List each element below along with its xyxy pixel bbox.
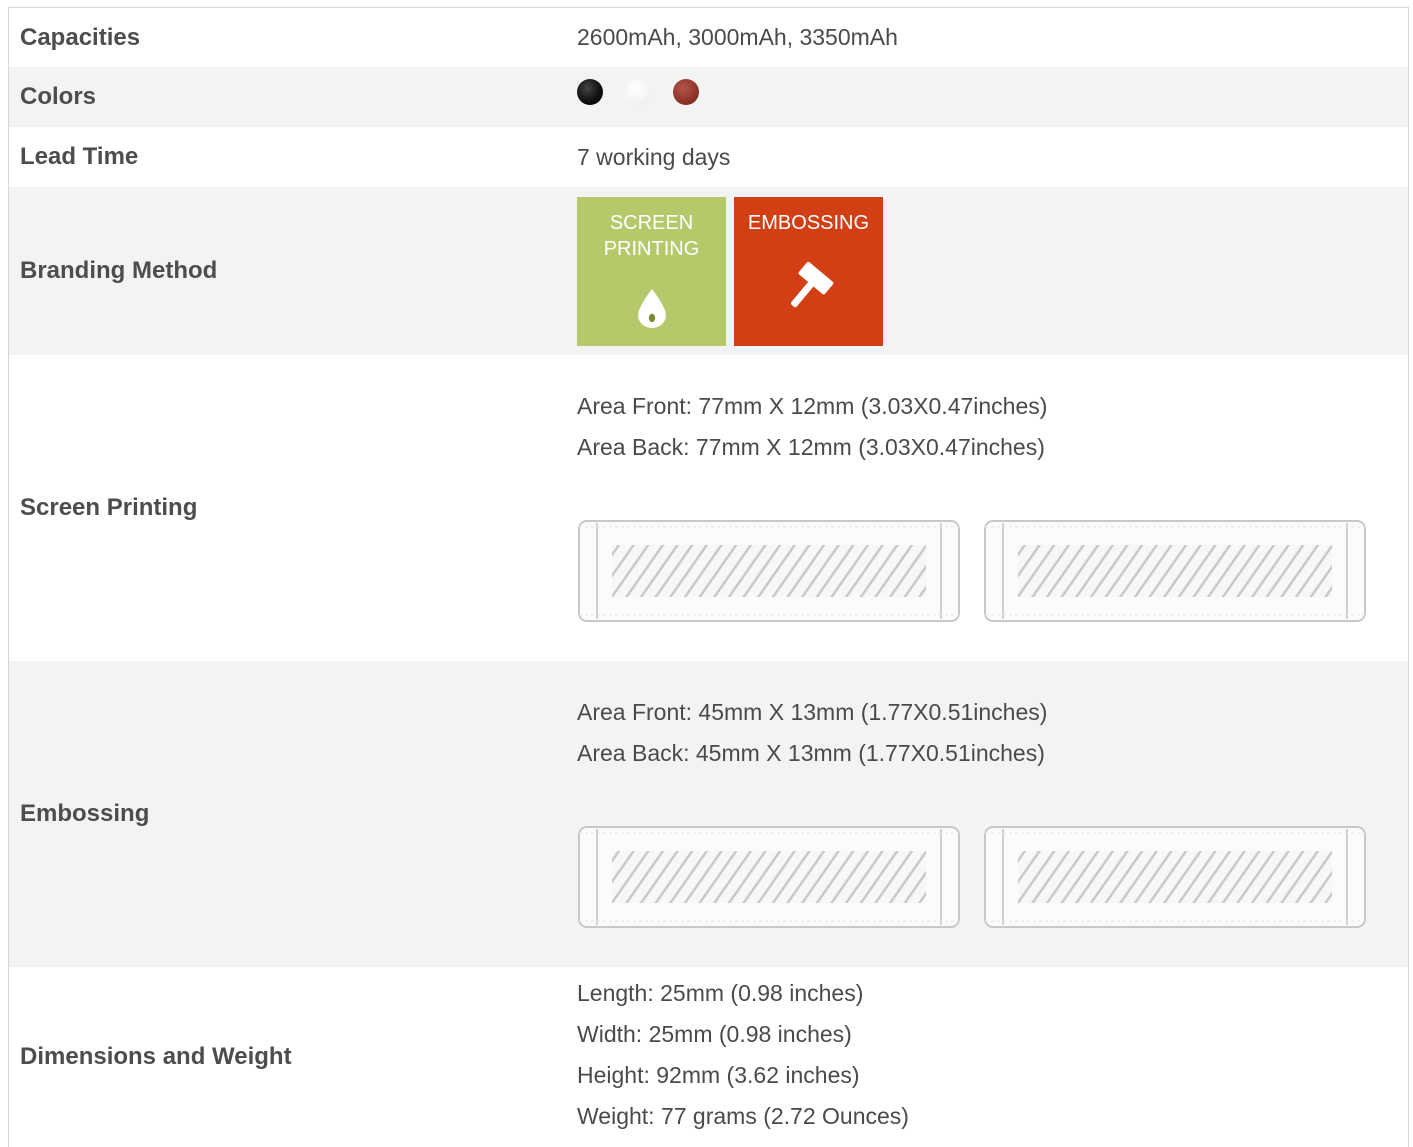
row-dimensions-weight: Dimensions and Weight Length: 25mm (0.98…: [9, 967, 1408, 1147]
colors-label: Colors: [20, 83, 97, 110]
color-swatches: [577, 79, 1408, 105]
row-branding-method: Branding Method SCREEN PRINTING EMBOSSIN…: [9, 187, 1408, 355]
capacities-value: 2600mAh, 3000mAh, 3350mAh: [577, 24, 898, 50]
color-swatch-black[interactable]: [577, 79, 603, 105]
capacities-label: Capacities: [20, 23, 141, 51]
screen-printing-tile[interactable]: SCREEN PRINTING: [577, 196, 726, 346]
color-swatch-red[interactable]: [673, 79, 699, 105]
branding-tiles: SCREEN PRINTING EMBOSSING: [577, 196, 1408, 346]
screen-printing-tile-line1: SCREEN: [609, 211, 694, 234]
screen-printing-tile-line2: PRINTING: [603, 237, 700, 260]
dimension-width: Width: 25mm (0.98 inches): [577, 1021, 852, 1047]
ink-drop-icon: [577, 288, 726, 328]
product-spec-table: Capacities 2600mAh, 3000mAh, 3350mAh Col…: [8, 7, 1409, 1147]
embossing-label: Embossing: [20, 800, 150, 827]
hammer-icon: [734, 261, 883, 314]
lead-time-label: Lead Time: [20, 143, 139, 170]
lead-time-value: 7 working days: [577, 143, 731, 170]
embossing-area-back: Area Back: 45mm X 13mm (1.77X0.51inches): [577, 739, 1045, 766]
embossing-tile[interactable]: EMBOSSING: [734, 196, 883, 346]
screen-printing-back-diagram: [984, 519, 1366, 622]
row-lead-time: Lead Time 7 working days: [9, 127, 1408, 187]
row-capacities: Capacities 2600mAh, 3000mAh, 3350mAh: [9, 8, 1408, 67]
screen-printing-area-back: Area Back: 77mm X 12mm (3.03X0.47inches): [577, 433, 1045, 460]
row-colors: Colors: [9, 67, 1408, 127]
color-swatch-white[interactable]: [625, 79, 651, 105]
dimension-length: Length: 25mm (0.98 inches): [577, 980, 864, 1006]
embossing-front-diagram: [578, 825, 960, 928]
row-embossing: Embossing Area Front: 45mm X 13mm (1.77X…: [9, 661, 1408, 967]
dimension-weight: Weight: 77 grams (2.72 Ounces): [577, 1103, 909, 1129]
screen-printing-label: Screen Printing: [20, 494, 198, 521]
embossing-tile-line1: EMBOSSING: [747, 211, 870, 234]
row-screen-printing: Screen Printing Area Front: 77mm X 12mm …: [9, 355, 1408, 661]
dimension-height: Height: 92mm (3.62 inches): [577, 1062, 860, 1088]
screen-printing-area-front: Area Front: 77mm X 12mm (3.03X0.47inches…: [577, 392, 1048, 419]
screen-printing-front-diagram: [578, 519, 960, 622]
embossing-back-diagram: [984, 825, 1366, 928]
embossing-area-front: Area Front: 45mm X 13mm (1.77X0.51inches…: [577, 698, 1048, 725]
branding-method-label: Branding Method: [20, 257, 218, 284]
dimensions-weight-label: Dimensions and Weight: [20, 1043, 292, 1070]
